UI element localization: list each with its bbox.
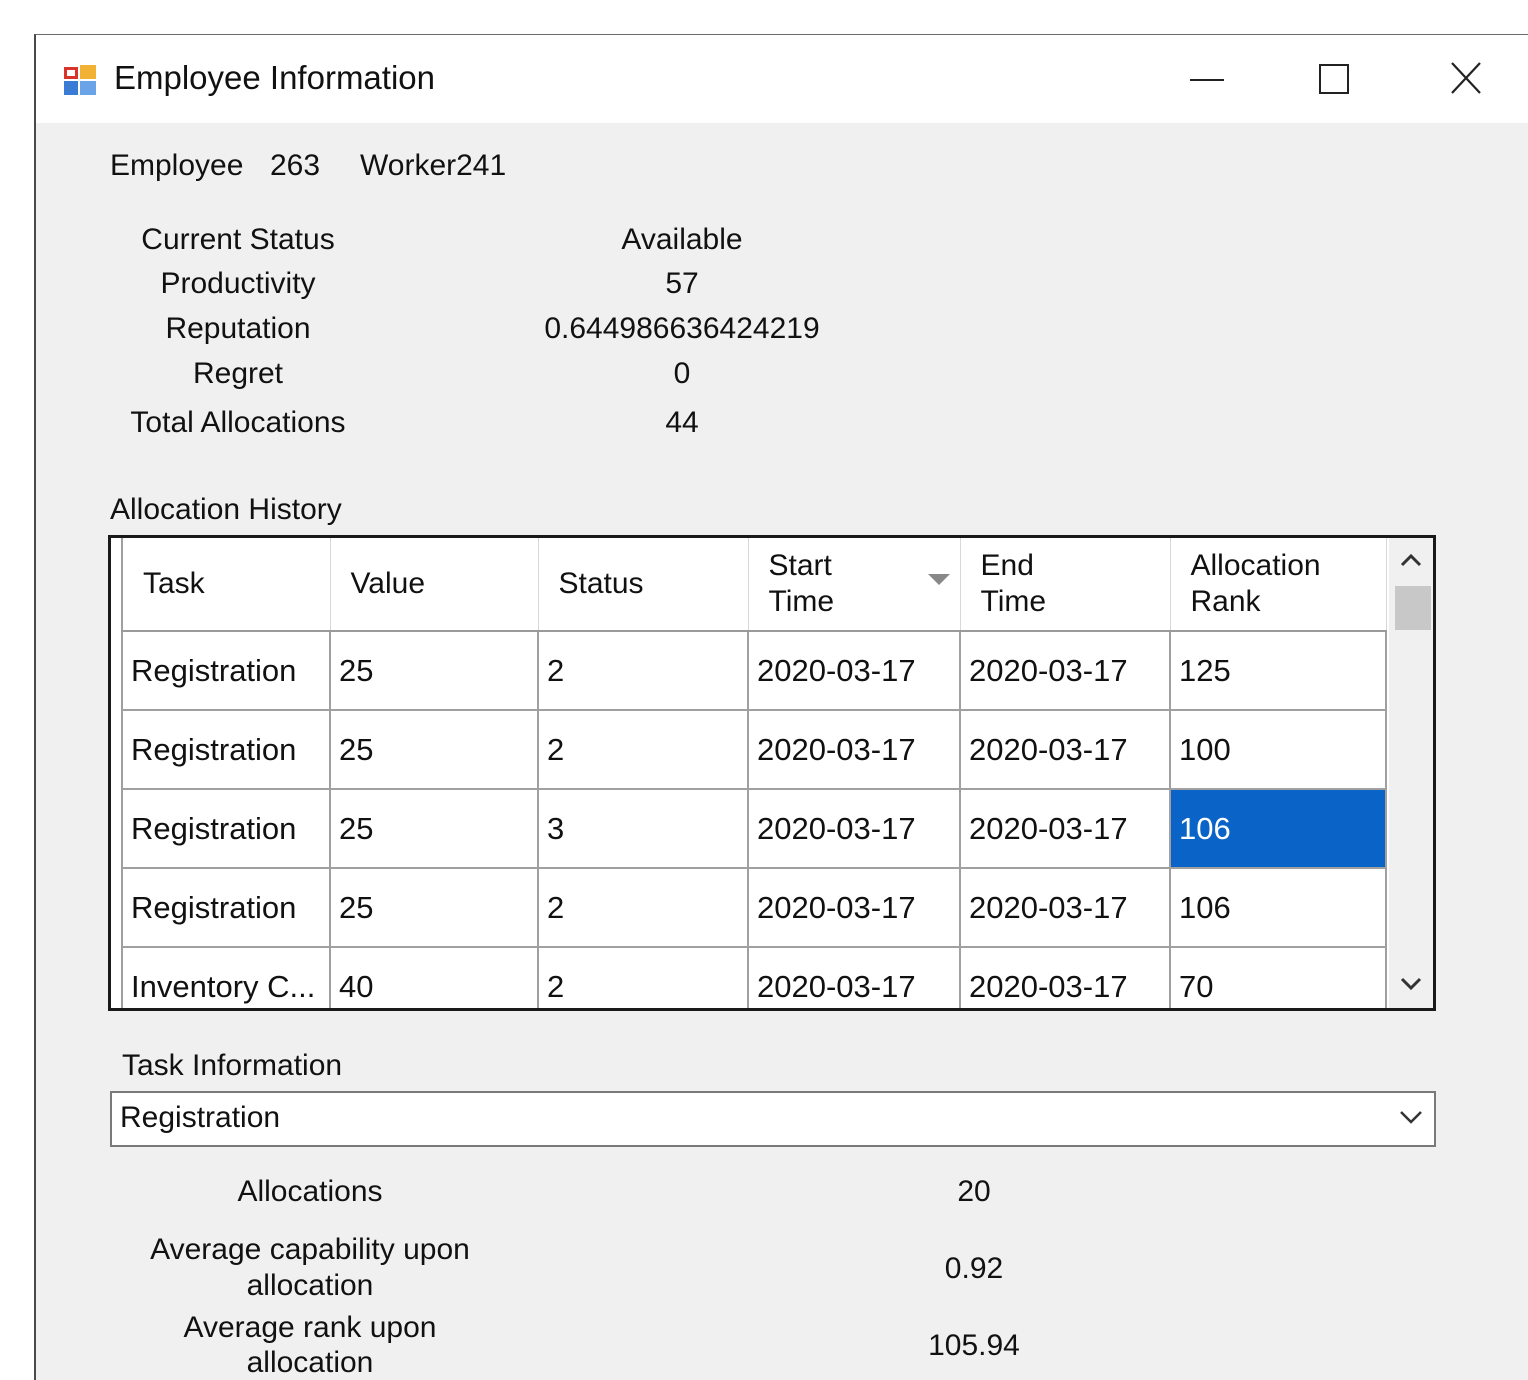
cell-end-time[interactable]: 2020-03-17 [960, 631, 1171, 711]
productivity-value: 57 [665, 267, 699, 300]
cell-status[interactable]: 3 [538, 789, 749, 869]
reputation-value: 0.644986636424219 [544, 312, 820, 345]
cell-task[interactable]: Inventory C... [121, 947, 331, 1008]
avg-capability-value: 0.92 [944, 1252, 1004, 1285]
employee-information-window: Employee Information Employee 263 Worker… [34, 34, 1528, 1380]
table-row[interactable]: Registration 25 2 2020-03-17 2020-03-17 … [121, 631, 1387, 711]
window-title: Employee Information [114, 59, 435, 96]
avg-rank-label-line2: allocation [246, 1346, 374, 1379]
employee-name: Worker241 [360, 149, 507, 182]
cell-status[interactable]: 2 [538, 631, 749, 711]
allocation-history-grid[interactable]: Task Value Status Start Time End Time Al… [108, 535, 1436, 1011]
cell-allocation-rank[interactable]: 106 [1170, 868, 1387, 948]
scroll-thumb[interactable] [1395, 586, 1431, 630]
productivity-label: Productivity [160, 267, 316, 300]
column-header-task[interactable]: Task [121, 538, 331, 632]
cell-task[interactable]: Registration [121, 710, 331, 790]
task-select[interactable]: Registration [110, 1091, 1436, 1147]
cell-status[interactable]: 2 [538, 868, 749, 948]
regret-label: Regret [192, 357, 284, 390]
regret-value: 0 [673, 357, 691, 390]
cell-allocation-rank-selected[interactable]: 106 [1170, 789, 1387, 869]
cell-value[interactable]: 25 [330, 710, 539, 790]
minimize-icon[interactable] [1178, 57, 1238, 103]
avg-capability-label-line2: allocation [246, 1269, 374, 1302]
reputation-label: Reputation [165, 312, 311, 345]
cell-end-time[interactable]: 2020-03-17 [960, 789, 1171, 869]
cell-end-time[interactable]: 2020-03-17 [960, 947, 1171, 1008]
vertical-scrollbar[interactable] [1389, 538, 1433, 1008]
allocations-label: Allocations [237, 1175, 383, 1208]
total-allocations-label: Total Allocations [130, 406, 346, 439]
cell-start-time[interactable]: 2020-03-17 [748, 868, 961, 948]
cell-status[interactable]: 2 [538, 947, 749, 1008]
employee-label: Employee [110, 149, 244, 182]
cell-status[interactable]: 2 [538, 710, 749, 790]
employee-id: 263 [270, 149, 321, 182]
table-row[interactable]: Registration 25 2 2020-03-17 2020-03-17 … [121, 710, 1387, 790]
allocation-history-table: Task Value Status Start Time End Time Al… [121, 538, 1387, 1008]
sort-descending-icon [927, 574, 950, 585]
cell-value[interactable]: 25 [330, 789, 539, 869]
cell-value[interactable]: 25 [330, 631, 539, 711]
table-row[interactable]: Registration 25 2 2020-03-17 2020-03-17 … [121, 868, 1387, 948]
column-header-start-time[interactable]: Start Time [748, 538, 961, 632]
scroll-up-icon[interactable] [1399, 552, 1423, 568]
cell-allocation-rank[interactable]: 125 [1170, 631, 1387, 711]
current-status-label: Current Status [141, 223, 335, 256]
column-header-value[interactable]: Value [330, 538, 539, 632]
cell-task[interactable]: Registration [121, 631, 331, 711]
cell-start-time[interactable]: 2020-03-17 [748, 947, 961, 1008]
app-icon [64, 65, 96, 95]
cell-start-time[interactable]: 2020-03-17 [748, 631, 961, 711]
avg-rank-label-line1: Average rank upon [183, 1311, 437, 1344]
maximize-icon[interactable] [1304, 57, 1364, 103]
cell-value[interactable]: 40 [330, 947, 539, 1008]
total-allocations-value: 44 [665, 406, 699, 439]
avg-capability-label-line1: Average capability upon [150, 1233, 470, 1266]
close-icon[interactable] [1436, 57, 1496, 103]
column-header-status[interactable]: Status [538, 538, 749, 632]
cell-task[interactable]: Registration [121, 868, 331, 948]
cell-value[interactable]: 25 [330, 868, 539, 948]
allocation-history-label: Allocation History [110, 493, 342, 526]
table-header-row: Task Value Status Start Time End Time Al… [121, 538, 1387, 632]
cell-end-time[interactable]: 2020-03-17 [960, 868, 1171, 948]
current-status-value: Available [621, 223, 743, 256]
table-row[interactable]: Inventory C... 40 2 2020-03-17 2020-03-1… [121, 947, 1387, 1008]
task-information-label: Task Information [122, 1049, 343, 1082]
cell-start-time[interactable]: 2020-03-17 [748, 710, 961, 790]
task-select-value: Registration [120, 1101, 281, 1134]
avg-rank-value: 105.94 [928, 1329, 1020, 1362]
cell-end-time[interactable]: 2020-03-17 [960, 710, 1171, 790]
cell-start-time[interactable]: 2020-03-17 [748, 789, 961, 869]
column-header-end-time[interactable]: End Time [960, 538, 1171, 632]
cell-task[interactable]: Registration [121, 789, 331, 869]
table-row[interactable]: Registration 25 3 2020-03-17 2020-03-17 … [121, 789, 1387, 869]
allocations-value: 20 [957, 1175, 991, 1208]
title-bar[interactable]: Employee Information [36, 35, 1528, 123]
scroll-down-icon[interactable] [1399, 976, 1423, 992]
cell-allocation-rank[interactable]: 100 [1170, 710, 1387, 790]
column-header-allocation-rank[interactable]: Allocation Rank [1170, 538, 1387, 632]
cell-allocation-rank[interactable]: 70 [1170, 947, 1387, 1008]
chevron-down-icon[interactable] [1398, 1109, 1424, 1125]
